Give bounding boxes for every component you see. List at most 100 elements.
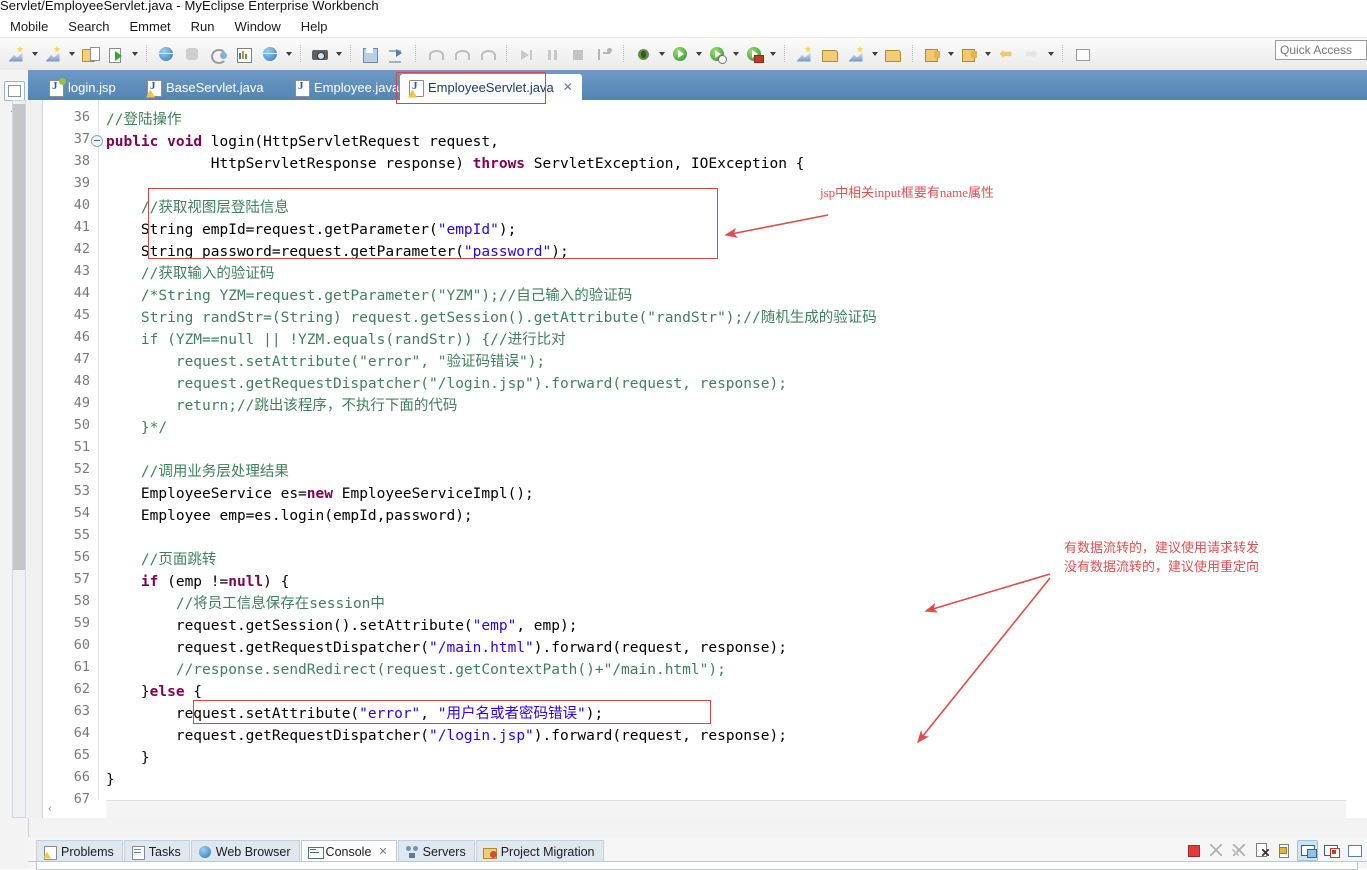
chevron-down-icon[interactable] (767, 43, 778, 65)
toolbar-button-suspend[interactable] (540, 42, 564, 66)
close-icon[interactable]: ✕ (563, 80, 573, 94)
toolbar-button-web-services[interactable] (258, 42, 282, 66)
editor-tab-login-jsp[interactable]: login.jsp (40, 74, 125, 100)
toolbar-separator (784, 45, 785, 63)
chevron-down-icon[interactable] (283, 43, 294, 65)
toolbar-button-resume[interactable] (514, 42, 538, 66)
chevron-down-icon[interactable] (982, 43, 993, 65)
toolbar-button-redo-step[interactable] (449, 42, 473, 66)
code-token: //将员工信息保存在session中 (106, 596, 385, 612)
bottom-view-stack: Problems Tasks Web Browser Console ✕ Servers P… (28, 838, 1367, 870)
bottom-tab-console[interactable]: Console ✕ (300, 840, 397, 862)
editor-scroll-thumb[interactable] (13, 104, 25, 570)
toolbar-button-debug-bug[interactable] (631, 42, 655, 66)
toolbar-button-new-java-package[interactable] (792, 42, 816, 66)
toolbar-button-next-annotation[interactable] (920, 42, 944, 66)
editor-tab-strip: login.jspBaseServlet.javaEmployee.javaEm… (28, 70, 1367, 100)
chevron-down-icon[interactable] (656, 43, 667, 65)
console-toolbar-remove-all-terminated[interactable] (1228, 840, 1249, 861)
chevron-down-icon[interactable] (730, 43, 741, 65)
menu-item-run[interactable]: Run (181, 16, 225, 37)
debug-bug-icon (635, 46, 652, 63)
menu-item-emmet[interactable]: Emmet (120, 16, 181, 37)
console-toolbar-open-console[interactable] (1343, 840, 1364, 861)
code-fold-collapse-icon[interactable] (91, 135, 103, 147)
chevron-down-icon[interactable] (29, 43, 40, 65)
code-token: request.getRequestDispatcher( (106, 640, 430, 656)
chevron-down-icon[interactable] (129, 43, 140, 65)
toolbar-button-new-myeclipse-wizard[interactable] (4, 42, 28, 66)
code-line: Employee emp=es.login(empId,password); (106, 505, 473, 527)
step-into-icon (479, 46, 496, 63)
back-navigation-icon (998, 46, 1015, 63)
toolbar-button-snapshot-camera[interactable] (308, 42, 332, 66)
chevron-down-icon[interactable] (693, 43, 704, 65)
editor-annotation-ruler[interactable] (28, 100, 43, 818)
toolbar-button-step-into[interactable] (475, 42, 499, 66)
line-number: 54 (73, 505, 90, 521)
chevron-down-icon[interactable] (1045, 43, 1056, 65)
editor-tab-employee-java[interactable]: Employee.java (286, 74, 408, 100)
scroll-left-arrow-icon[interactable]: ‹ (42, 801, 58, 817)
toolbar-group-4 (419, 40, 503, 68)
console-toolbar-show-console-on-error[interactable] (1320, 840, 1341, 861)
code-line: //获取输入的验证码 (106, 263, 274, 285)
chevron-down-icon[interactable] (333, 43, 344, 65)
code-token: if (YZM==null || !YZM.equals(randStr)) {… (106, 332, 566, 348)
menu-item-mobile[interactable]: Mobile (0, 16, 58, 37)
close-icon[interactable]: ✕ (378, 845, 387, 858)
toolbar-button-forward-navigation[interactable] (1020, 42, 1044, 66)
menu-item-help[interactable]: Help (291, 16, 338, 37)
chevron-down-icon[interactable] (945, 43, 956, 65)
code-token: new (306, 486, 333, 502)
toolbar-button-step-filters[interactable] (592, 42, 616, 66)
quick-access-container (1275, 40, 1367, 62)
console-toolbar-clear-console[interactable] (1251, 840, 1272, 861)
menu-item-search[interactable]: Search (58, 16, 119, 37)
code-line: if (emp !=null) { (106, 571, 289, 593)
import-project-icon (81, 46, 100, 63)
console-toolbar-terminate-stop[interactable] (1182, 840, 1203, 861)
toolbar-button-deploy-run[interactable] (104, 42, 128, 66)
toolbar-button-run-history[interactable] (705, 42, 729, 66)
toolbar-button-open-resource[interactable] (881, 42, 905, 66)
bottom-view-tabs: Problems Tasks Web Browser Console ✕ Servers P… (36, 840, 605, 862)
toolbar-button-run-play[interactable] (668, 42, 692, 66)
toolbar-button-pin-editor[interactable] (1070, 42, 1094, 66)
code-token: //调用业务层处理结果 (106, 464, 289, 480)
editor-horizontal-scrollbar[interactable] (106, 800, 1346, 818)
toolbar-button-back-navigation[interactable] (994, 42, 1018, 66)
code-line: request.getRequestDispatcher("/main.html… (106, 637, 787, 659)
bottom-tab-project-migration[interactable]: Project Migration (475, 840, 604, 862)
menu-item-window[interactable]: Window (225, 16, 291, 37)
bottom-tab-servers[interactable]: Servers (397, 840, 475, 862)
code-token: //登陆操作 (106, 112, 182, 128)
toolbar-button-terminate[interactable] (566, 42, 590, 66)
code-token: ).forward(request, response); (533, 640, 787, 656)
toolbar-button-run-external-tools[interactable] (742, 42, 766, 66)
bottom-tab-web-browser[interactable]: Web Browser (190, 840, 300, 862)
editor-tab-baseservlet-java[interactable]: BaseServlet.java (138, 74, 273, 100)
bottom-tab-problems[interactable]: Problems (36, 840, 123, 862)
line-number: 41 (73, 219, 90, 235)
bottom-tab-tasks[interactable]: Tasks (123, 840, 190, 862)
toolbar-button-import-project[interactable] (78, 42, 102, 66)
quick-access-input[interactable] (1275, 40, 1367, 60)
console-toolbar-remove-launch[interactable] (1205, 840, 1226, 861)
toolbar-button-database-explorer[interactable] (180, 42, 204, 66)
toolbar-button-report-designer[interactable] (232, 42, 256, 66)
console-toolbar-scroll-lock[interactable] (1274, 840, 1295, 861)
toolbar-button-refresh-deploy[interactable] (206, 42, 230, 66)
toolbar-button-publish[interactable] (384, 42, 408, 66)
toolbar-button-undo-step[interactable] (423, 42, 447, 66)
chevron-down-icon[interactable] (66, 43, 77, 65)
chevron-down-icon[interactable] (869, 43, 880, 65)
restore-perspective-icon[interactable] (4, 81, 25, 101)
toolbar-button-save-all[interactable] (358, 42, 382, 66)
toolbar-button-open-type[interactable] (818, 42, 842, 66)
toolbar-button-new-web-project[interactable] (41, 42, 65, 66)
toolbar-button-new-class[interactable] (844, 42, 868, 66)
toolbar-button-open-browser[interactable] (154, 42, 178, 66)
console-toolbar-show-console-on-output[interactable] (1297, 839, 1318, 861)
toolbar-button-previous-annotation[interactable] (957, 42, 981, 66)
